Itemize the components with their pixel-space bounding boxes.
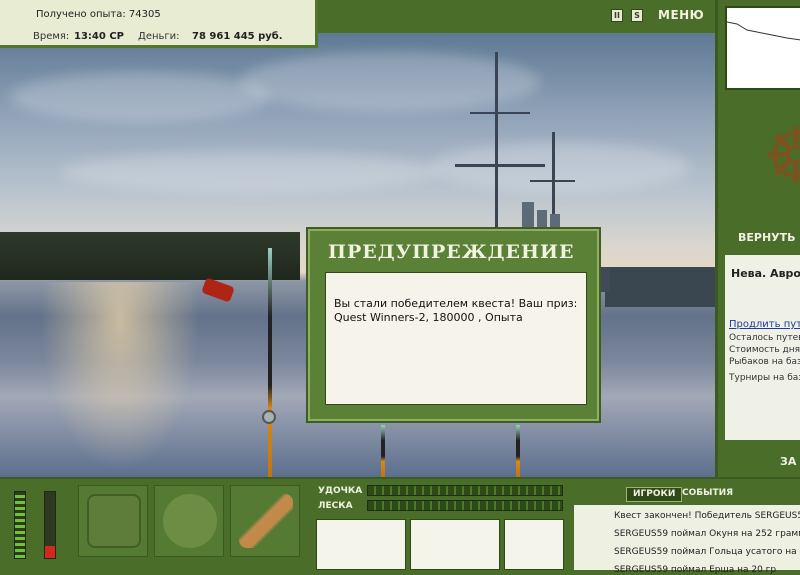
bait-slot[interactable]	[230, 485, 300, 557]
feed-item: SERGEUS59 поймал Ерша на 20 гр	[614, 565, 777, 575]
reel-tackle-slot[interactable]	[410, 519, 500, 570]
right-panel: ☸ ВЕРНУТЬ Нева. Авро Продлить путе Остал…	[715, 0, 800, 477]
dialog-body: Вы стали победителем квеста! Ваш приз: Q…	[325, 272, 587, 405]
time-value: 13:40 СР	[74, 31, 124, 42]
line-label: ЛЕСКА	[318, 501, 353, 511]
feed-item: SERGEUS59 поймал Гольца усатого на 43	[614, 547, 800, 557]
rod-label: УДОЧКА	[318, 486, 363, 496]
tournaments-text: Турниры на баз	[729, 373, 800, 383]
line-tackle-slot[interactable]	[504, 519, 564, 570]
feed-list: Квест закончен! Победитель SERGEUS59 SER…	[574, 505, 800, 575]
location-name: Нева. Авро	[731, 267, 800, 280]
backpack-icon	[87, 494, 141, 548]
sun-reflection	[40, 282, 200, 472]
money-label: Деньги:	[138, 31, 180, 42]
return-button[interactable]: ВЕРНУТЬ	[738, 231, 796, 244]
sack-icon	[163, 494, 217, 548]
rod-strength-bar	[367, 485, 563, 496]
warning-dialog[interactable]: ПРЕДУПРЕЖДЕНИЕ Вы стали победителем квес…	[306, 227, 601, 423]
sound-icon[interactable]: S	[631, 9, 643, 22]
energy-meter	[14, 491, 26, 559]
rod-tackle-slot[interactable]	[316, 519, 406, 570]
fishing-rod[interactable]	[516, 425, 520, 477]
cloud	[10, 72, 270, 122]
cost-text: Стоимость дня:	[729, 345, 800, 355]
buoy	[201, 277, 235, 303]
extend-permit-link[interactable]: Продлить путе	[729, 319, 800, 330]
dialog-title: ПРЕДУПРЕЖДЕНИЕ	[328, 241, 575, 263]
dialog-message-line: Quest Winners-2, 180000 , Опыта	[334, 311, 523, 324]
money-value: 78 961 445 руб.	[192, 31, 283, 42]
ships-wheel-icon: ☸	[762, 111, 800, 200]
hud-info-panel: Получено опыта: 74305 Время: 13:40 СР Де…	[0, 0, 318, 48]
event-feed: ИГРОКИ СОБЫТИЯ Квест закончен! Победител…	[572, 483, 800, 575]
line-strength-bar	[367, 500, 563, 511]
tab-events[interactable]: СОБЫТИЯ	[676, 487, 739, 502]
experience-text: Получено опыта: 74305	[36, 9, 161, 20]
tension-fill	[45, 546, 55, 558]
menu-button[interactable]: МЕНЮ	[658, 8, 704, 22]
right-bottom-label[interactable]: ЗА	[780, 455, 796, 468]
feed-item: SERGEUS59 поймал Окуня на 252 грамм	[614, 529, 800, 539]
time-label: Время:	[33, 31, 70, 42]
fishing-rod[interactable]	[381, 425, 385, 477]
remaining-text: Осталось путев	[729, 333, 800, 343]
right-shore	[605, 267, 715, 307]
left-shore	[0, 232, 300, 280]
sack-slot[interactable]	[154, 485, 224, 557]
pause-icon[interactable]: II	[611, 9, 623, 22]
location-info: Нева. Авро Продлить путе Осталось путев …	[725, 255, 800, 440]
rod-reel	[262, 410, 276, 424]
fishing-rod[interactable]	[268, 248, 272, 477]
bait-icon	[239, 494, 293, 548]
bag-slot[interactable]	[78, 485, 148, 557]
bottom-bar: УДОЧКА ЛЕСКА ИГРОКИ СОБЫТИЯ Квест законч…	[0, 477, 800, 575]
dialog-message-line: Вы стали победителем квеста! Ваш приз:	[334, 297, 578, 310]
feed-item: Квест закончен! Победитель SERGEUS59	[614, 511, 800, 521]
anglers-text: Рыбаков на баз	[729, 357, 800, 367]
tension-meter	[44, 491, 56, 559]
cloud	[60, 152, 440, 192]
depth-chart	[725, 6, 800, 90]
tab-players[interactable]: ИГРОКИ	[626, 487, 683, 502]
